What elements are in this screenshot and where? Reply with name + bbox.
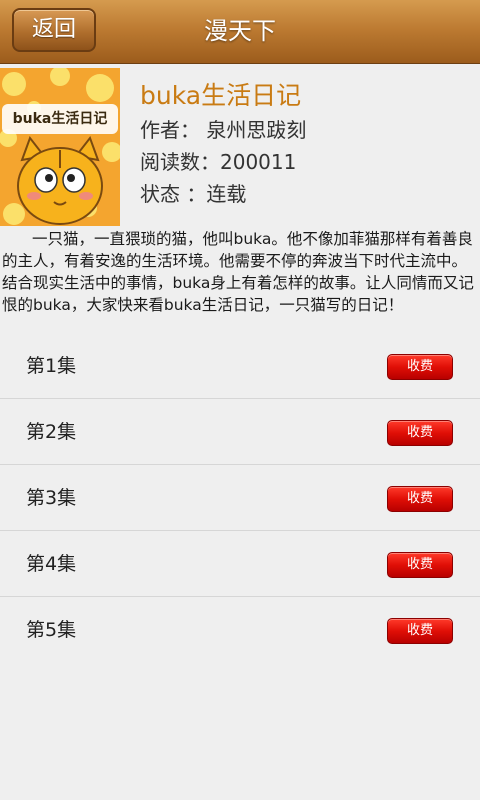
comic-cover-image: buka生活日记 [0, 68, 120, 226]
episode-label: 第4集 [26, 553, 77, 575]
cover-art [0, 68, 120, 226]
back-button[interactable]: 返回 [12, 8, 96, 52]
fee-button[interactable]: 收费 [387, 354, 453, 380]
comic-description: 一只猫，一直猥琐的猫，他叫buka。他不像加菲猫那样有着善良的主人，有着安逸的生… [2, 230, 474, 314]
episode-row[interactable]: 第1集 收费 [0, 333, 480, 399]
author-row: 作者： 泉州思跋刻 [140, 114, 470, 146]
status-label: 状态 ： [140, 182, 207, 206]
episode-list: 第1集 收费 第2集 收费 第3集 收费 第4集 收费 第5集 收费 [0, 333, 480, 663]
episode-row[interactable]: 第3集 收费 [0, 465, 480, 531]
episode-label: 第3集 [26, 487, 77, 509]
episode-row[interactable]: 第2集 收费 [0, 399, 480, 465]
status-value: 连载 [206, 182, 247, 206]
status-row: 状态 ：连载 [140, 178, 470, 210]
fee-button[interactable]: 收费 [387, 552, 453, 578]
episode-label: 第2集 [26, 421, 77, 443]
author-value: 泉州思跋刻 [206, 118, 307, 142]
author-label: 作者： [140, 118, 200, 142]
views-value: 200011 [220, 150, 297, 174]
episode-label: 第5集 [26, 619, 77, 641]
fee-button[interactable]: 收费 [387, 486, 453, 512]
fee-button[interactable]: 收费 [387, 420, 453, 446]
cover-title-text: buka生活日记 [12, 111, 108, 127]
comic-title: buka生活日记 [140, 81, 302, 110]
views-row: 阅读数：200011 [140, 146, 470, 178]
top-bar: 漫天下 返回 [0, 0, 480, 64]
views-label: 阅读数： [140, 150, 220, 174]
fee-button[interactable]: 收费 [387, 618, 453, 644]
comic-info: buka生活日记 作者： 泉州思跋刻 阅读数：200011 状态 ：连载 [140, 78, 470, 210]
episode-row[interactable]: 第5集 收费 [0, 597, 480, 663]
episode-row[interactable]: 第4集 收费 [0, 531, 480, 597]
episode-label: 第1集 [26, 355, 77, 377]
